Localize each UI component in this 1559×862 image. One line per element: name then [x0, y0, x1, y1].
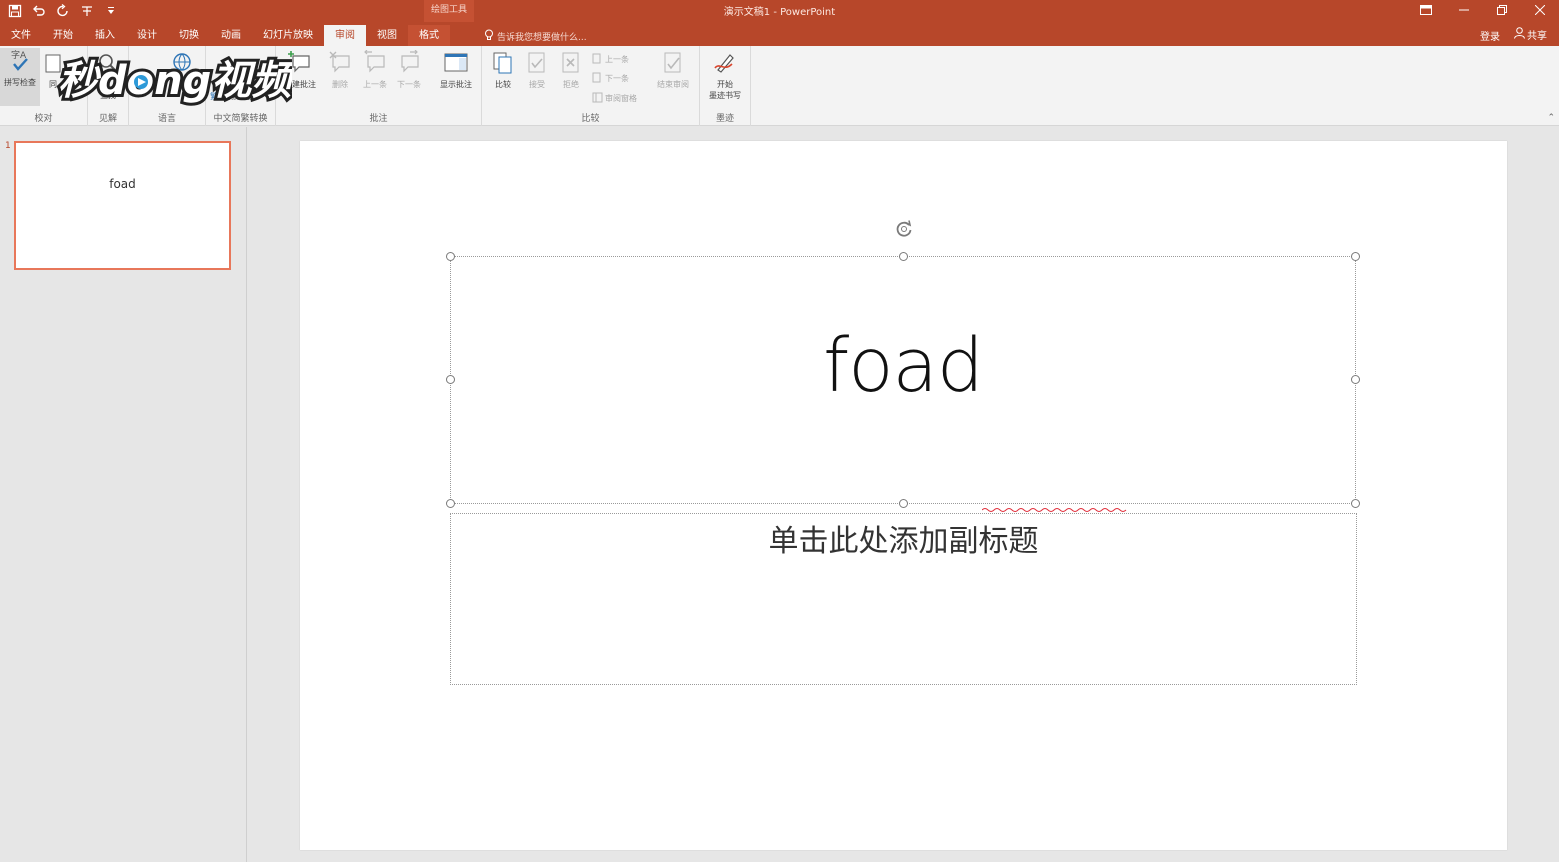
close-icon[interactable] [1521, 0, 1559, 20]
sign-in-link[interactable]: 登录 [1480, 28, 1500, 43]
resize-handle-bottom-right[interactable] [1351, 499, 1360, 508]
tab-design[interactable]: 设计 [126, 25, 168, 46]
accept-icon [528, 52, 545, 73]
next-comment-button[interactable]: 下一条 [391, 50, 427, 90]
tab-format[interactable]: 格式 [408, 25, 450, 46]
pen-icon [714, 54, 734, 73]
previous-comment-icon [364, 50, 385, 73]
share-button[interactable]: 共享 [1514, 27, 1547, 42]
share-label: 共享 [1527, 31, 1547, 42]
spell-check-button[interactable]: 字A 拼写检查 [0, 48, 40, 106]
svg-text:字A: 字A [11, 49, 27, 61]
watermark-logo: 秒dong视频 [52, 48, 301, 110]
group-ink: 开始 墨迹书写 墨迹 [700, 46, 751, 126]
previous-comment-button[interactable]: 上一条 [357, 50, 393, 90]
slide-thumbnail[interactable]: foad [14, 141, 231, 270]
resize-handle-top[interactable] [899, 252, 908, 261]
start-inking-button[interactable]: 开始 墨迹书写 [704, 50, 746, 101]
tab-animations[interactable]: 动画 [210, 25, 252, 46]
show-comments-button[interactable]: 显示批注 [436, 50, 476, 90]
resize-handle-right[interactable] [1351, 375, 1360, 384]
ribbon-display-options-icon[interactable] [1407, 0, 1445, 20]
slide-canvas[interactable]: foad 单击此处添加副标题 [300, 141, 1507, 850]
watermark-logo-image: 秒dong视频 [55, 55, 301, 107]
resize-handle-top-right[interactable] [1351, 252, 1360, 261]
restore-icon[interactable] [1483, 0, 1521, 20]
end-review-icon [664, 52, 681, 73]
tab-file[interactable]: 文件 [0, 25, 42, 46]
resize-handle-top-left[interactable] [446, 252, 455, 261]
accept-change-button[interactable]: 接受 [519, 50, 555, 90]
thumbnail-title: foad [109, 177, 136, 191]
previous-change-button[interactable]: 上一条 [592, 51, 629, 67]
lightbulb-icon [484, 29, 494, 44]
tab-transitions[interactable]: 切换 [168, 25, 210, 46]
tab-view[interactable]: 视图 [366, 25, 408, 46]
title-bar: 绘图工具 演示文稿1 - PowerPoint 文件 开始 插入 设计 切换 动… [0, 0, 1559, 46]
next-comment-icon [401, 50, 419, 73]
window-controls [1407, 0, 1559, 20]
end-review-button[interactable]: 结束审阅 [652, 50, 694, 90]
tab-review[interactable]: 审阅 [324, 25, 366, 46]
document-title: 演示文稿1 - PowerPoint [723, 7, 836, 18]
reject-change-button[interactable]: 拒绝 [553, 50, 589, 90]
spell-check-icon: 字A [11, 49, 28, 71]
reviewing-pane-button[interactable]: 审阅窗格 [592, 90, 637, 106]
subtitle-placeholder[interactable]: 单击此处添加副标题 [450, 513, 1357, 685]
collapse-ribbon-icon[interactable]: ⌃ [1547, 113, 1555, 123]
group-comments: 新建批注 删除 上一条 下一条 显示批注 批注 [276, 46, 482, 126]
tab-home[interactable]: 开始 [42, 25, 84, 46]
tell-me-placeholder: 告诉我您想要做什么... [497, 32, 587, 43]
previous-change-icon [592, 53, 603, 66]
person-icon [1514, 27, 1525, 42]
reviewing-pane-icon [592, 92, 603, 105]
tell-me-box[interactable]: 告诉我您想要做什么... [484, 27, 587, 45]
next-change-icon [592, 72, 603, 85]
compare-button[interactable]: 比较 [485, 50, 521, 90]
resize-handle-bottom-left[interactable] [446, 499, 455, 508]
ribbon-tabs: 文件 开始 插入 设计 切换 动画 幻灯片放映 审阅 视图 格式 [0, 25, 450, 46]
slide-title[interactable]: foad [451, 329, 1355, 403]
slide-number: 1 [5, 141, 11, 151]
reject-icon [562, 52, 579, 73]
tab-insert[interactable]: 插入 [84, 25, 126, 46]
slide-thumbnails-pane: 1 foad [0, 127, 247, 862]
title-placeholder[interactable]: foad [450, 256, 1356, 512]
svg-text:秒dong视频: 秒dong视频 [58, 58, 292, 104]
compare-icon [493, 52, 512, 74]
rotate-handle-icon[interactable] [893, 218, 915, 240]
resize-handle-bottom[interactable] [899, 499, 908, 508]
resize-handle-left[interactable] [446, 375, 455, 384]
next-change-button[interactable]: 下一条 [592, 70, 629, 86]
show-comments-icon [444, 53, 468, 72]
tab-slide-show[interactable]: 幻灯片放映 [252, 25, 324, 46]
delete-comment-button[interactable]: 删除 [322, 50, 358, 90]
group-compare: 比较 接受 拒绝 结束审阅 比较 [482, 46, 700, 126]
delete-comment-icon [329, 51, 350, 73]
slide-subtitle[interactable]: 单击此处添加副标题 [451, 516, 1356, 560]
minimize-icon[interactable] [1445, 0, 1483, 20]
